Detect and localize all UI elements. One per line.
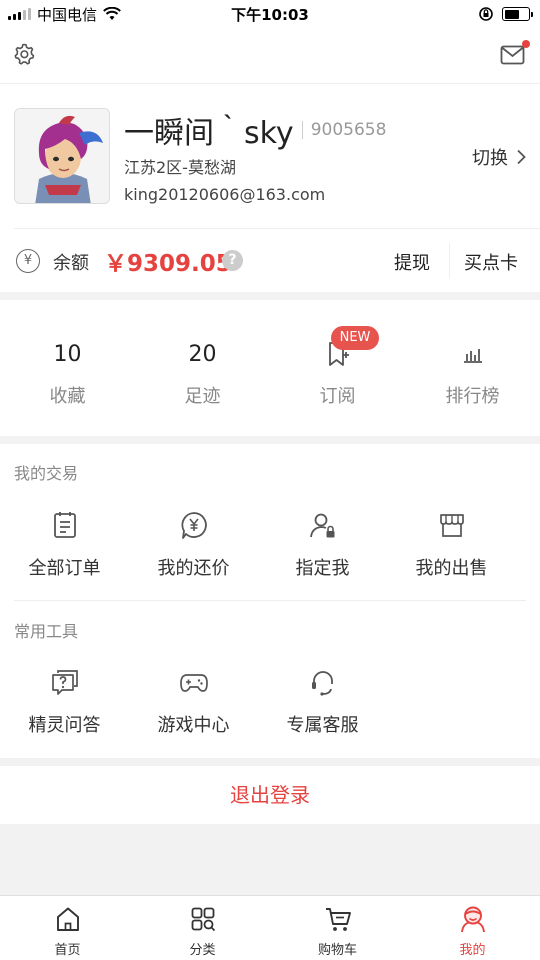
yen-coin-icon: ¥ xyxy=(16,249,40,273)
message-mail-icon[interactable] xyxy=(500,44,526,66)
game-center-label: 游戏中心 xyxy=(157,715,230,736)
settings-gear-icon[interactable] xyxy=(12,42,36,66)
favorites-label: 收藏 xyxy=(49,386,86,407)
footprints-count: 20 xyxy=(188,342,217,367)
unread-dot xyxy=(522,40,530,48)
status-time: 下午10:03 xyxy=(231,5,309,24)
vertical-divider xyxy=(449,243,450,279)
customer-service-button[interactable]: 专属客服 xyxy=(258,667,387,767)
logout-button[interactable]: 退出登录 xyxy=(0,766,540,824)
top-header xyxy=(0,28,540,84)
user-id: 9005658 xyxy=(301,121,386,139)
balance-row: ¥ 余额 ￥9309.05 ? 提现 买点卡 xyxy=(0,229,540,292)
tab-mine-label: 我的 xyxy=(459,943,486,958)
battery-level xyxy=(504,9,520,19)
tab-cart-label: 购物车 xyxy=(317,943,357,958)
profile-face-icon xyxy=(460,906,485,933)
stat-footprints[interactable]: 20 足迹 xyxy=(135,300,270,436)
chevron-right-icon xyxy=(517,149,526,165)
spirit-qa-label: 精灵问答 xyxy=(28,715,101,736)
trade-section-title: 我的交易 xyxy=(14,464,79,483)
tab-category[interactable]: 分类 xyxy=(135,896,270,960)
my-sales-label: 我的出售 xyxy=(415,558,488,579)
trade-grid: 全部订单 我的还价 指定我 我的出售 xyxy=(0,510,540,610)
customer-service-label: 专属客服 xyxy=(286,715,359,736)
stats-row: 10 收藏 20 足迹 订阅 排行榜 NEW xyxy=(0,300,540,436)
tab-cart[interactable]: 购物车 xyxy=(270,896,405,960)
help-icon[interactable]: ? xyxy=(222,250,243,271)
gamepad-icon xyxy=(179,674,208,692)
game-center-button[interactable]: 游戏中心 xyxy=(129,667,258,767)
all-orders-button[interactable]: 全部订单 xyxy=(0,510,129,610)
shop-icon xyxy=(439,514,464,537)
footprints-label: 足迹 xyxy=(184,386,221,407)
all-orders-label: 全部订单 xyxy=(28,558,101,579)
home-icon xyxy=(56,907,79,931)
status-right xyxy=(478,6,533,22)
tab-home[interactable]: 首页 xyxy=(0,896,135,960)
new-badge: NEW xyxy=(331,326,379,350)
avatar[interactable] xyxy=(14,108,110,204)
designated-me-label: 指定我 xyxy=(295,558,350,579)
switch-label: 切换 xyxy=(472,148,508,169)
battery-icon xyxy=(502,7,533,21)
designated-me-button[interactable]: 指定我 xyxy=(258,510,387,610)
question-chat-icon xyxy=(51,670,78,695)
tab-home-label: 首页 xyxy=(54,943,81,958)
subscribe-label: 订阅 xyxy=(319,386,356,407)
bar-chart-icon xyxy=(463,349,482,363)
designated-user-icon xyxy=(309,513,334,538)
tab-category-label: 分类 xyxy=(189,943,216,958)
ranking-label: 排行榜 xyxy=(445,386,500,407)
tab-mine[interactable]: 我的 xyxy=(405,896,540,960)
category-icon xyxy=(191,907,215,932)
status-bar: 中国电信 下午10:03 xyxy=(0,0,540,28)
buy-card-button[interactable]: 买点卡 xyxy=(464,249,518,275)
trade-tools-card: 我的交易 全部订单 我的还价 指定我 我的出售 常用工具 精灵问答 游戏中心 专… xyxy=(0,444,540,758)
headset-icon xyxy=(311,671,333,696)
switch-account-button[interactable]: 切换 xyxy=(472,144,526,170)
counter-offer-button[interactable]: 我的还价 xyxy=(129,510,258,610)
stat-subscribe[interactable]: 订阅 xyxy=(270,300,405,436)
tools-grid: 精灵问答 游戏中心 专属客服 xyxy=(0,667,540,767)
game-server: 江苏2区-莫愁湖 xyxy=(124,158,236,177)
balance-label: 余额 xyxy=(53,253,89,274)
order-list-icon xyxy=(53,512,76,538)
counter-offer-icon xyxy=(181,512,207,539)
rotation-lock-icon xyxy=(479,7,493,21)
spirit-qa-button[interactable]: 精灵问答 xyxy=(0,667,129,767)
balance-value: ￥9309.05 xyxy=(104,251,232,277)
section-divider xyxy=(14,600,526,601)
withdraw-button[interactable]: 提现 xyxy=(394,249,430,275)
profile-card: 一瞬间｀sky 9005658 江苏2区-莫愁湖 king20120606@16… xyxy=(0,84,540,292)
stat-ranking[interactable]: 排行榜 xyxy=(405,300,540,436)
bottom-tab-bar: 首页 分类 购物车 我的 xyxy=(0,895,540,960)
favorites-count: 10 xyxy=(53,342,82,367)
avatar-image xyxy=(15,109,109,203)
user-email: king20120606@163.com xyxy=(124,185,326,204)
user-name: 一瞬间｀sky xyxy=(124,116,294,151)
cart-icon xyxy=(325,908,351,931)
stat-favorites[interactable]: 10 收藏 xyxy=(0,300,135,436)
tools-section-title: 常用工具 xyxy=(14,622,79,641)
name-row: 一瞬间｀sky 9005658 xyxy=(124,108,386,152)
counter-offer-label: 我的还价 xyxy=(157,558,230,579)
my-sales-button[interactable]: 我的出售 xyxy=(387,510,516,610)
